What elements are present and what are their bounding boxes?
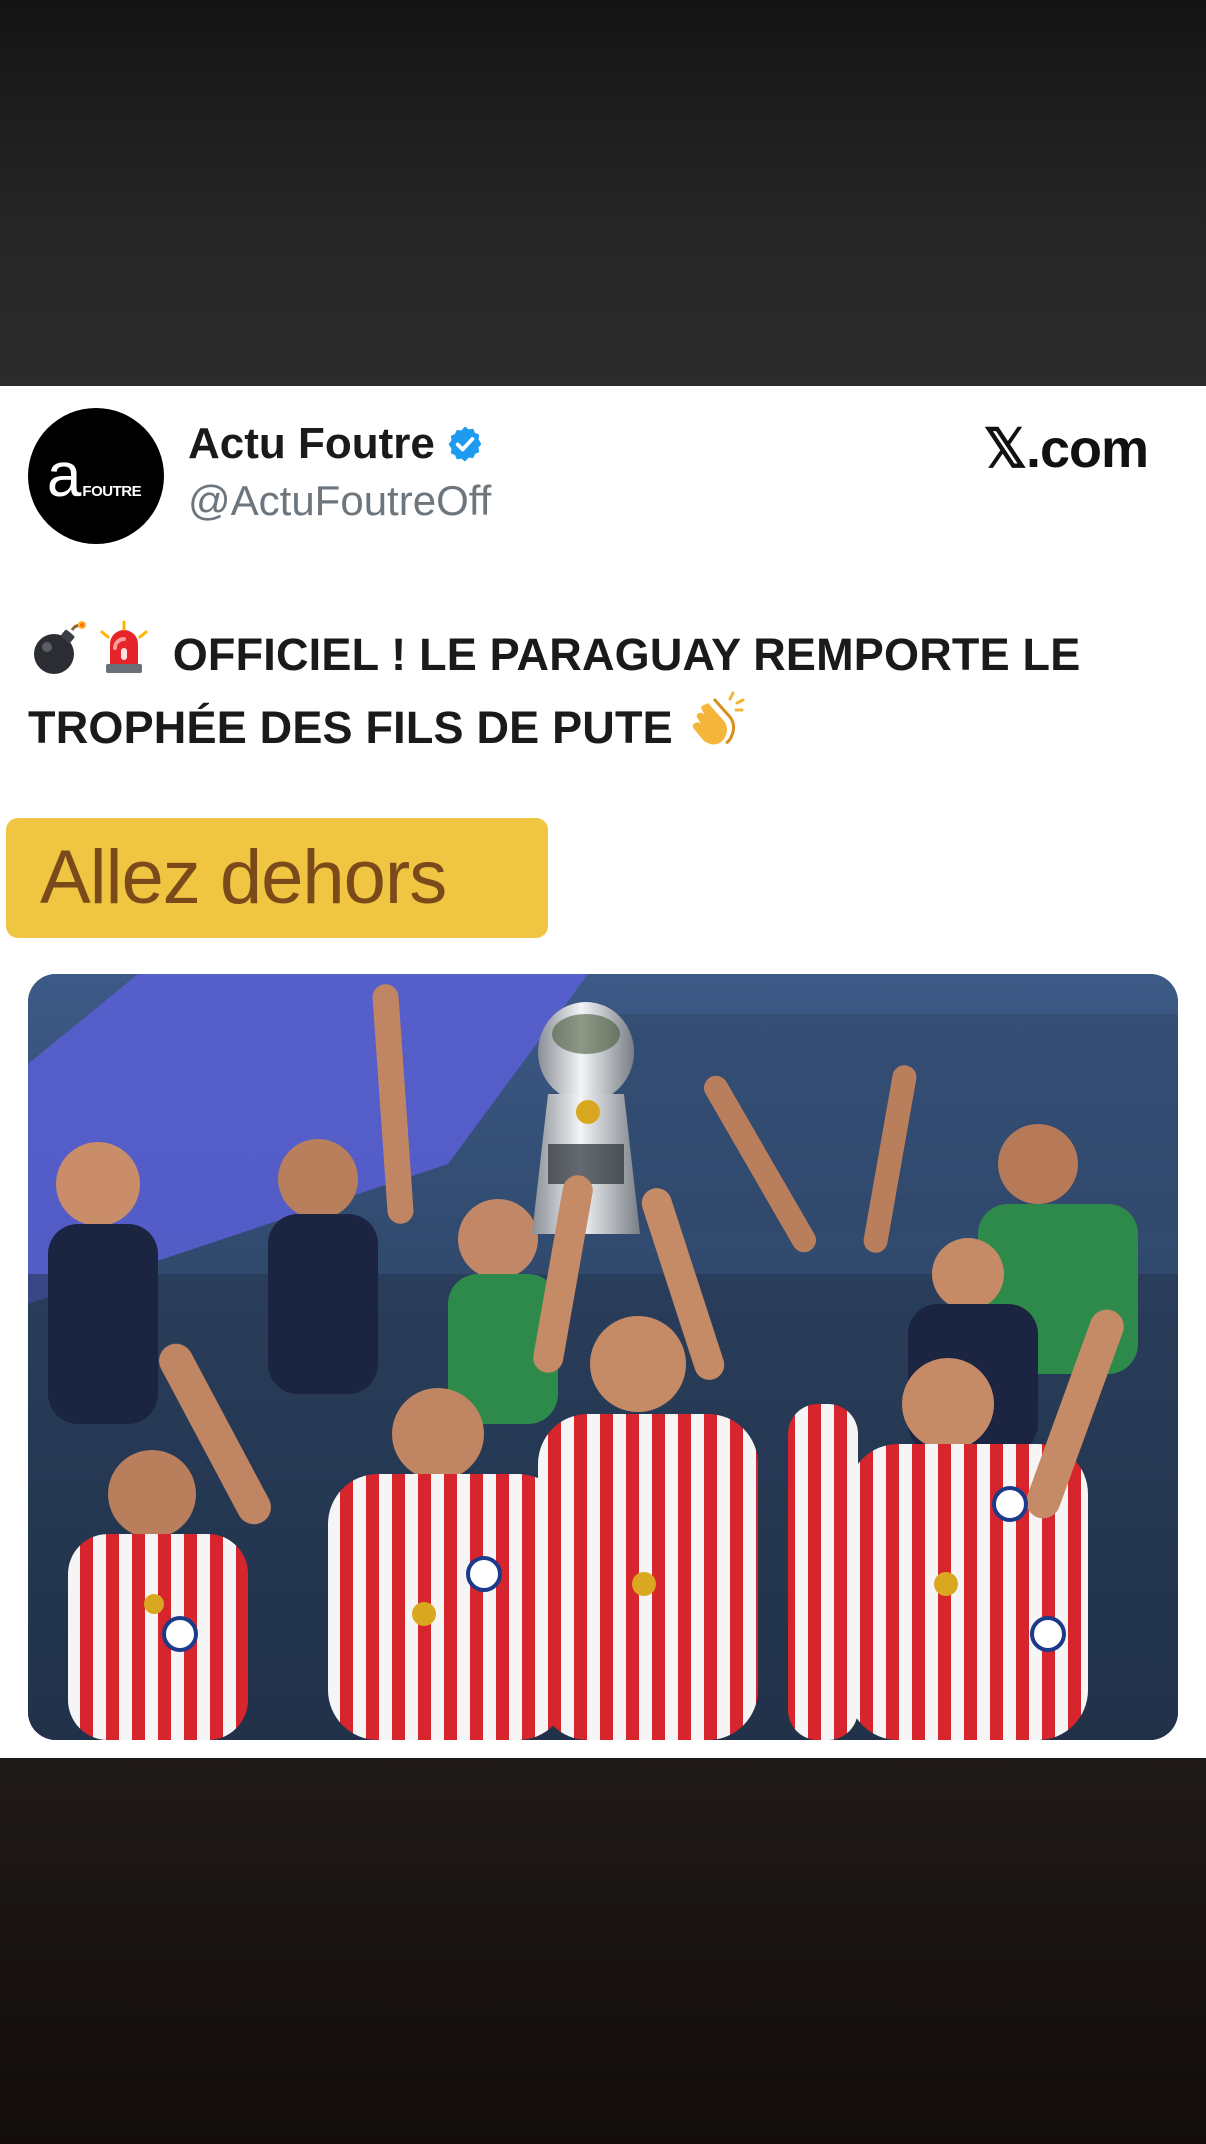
team-celebration-image xyxy=(28,974,1178,1740)
tweet-text: OFFICIEL ! LE PARAGUAY REMPORTE LE TROPH… xyxy=(28,618,1168,764)
avatar-logo: a FOUTRE xyxy=(46,441,142,510)
avatar[interactable]: a FOUTRE xyxy=(28,408,164,544)
author-display-name[interactable]: Actu Foutre xyxy=(188,422,435,466)
verified-badge-icon xyxy=(448,426,482,462)
story-background-bottom xyxy=(0,1758,1206,2144)
story-background-top xyxy=(0,0,1206,386)
overlay-caption-text: Allez dehors xyxy=(40,835,447,920)
tweet-card[interactable]: a FOUTRE Actu Foutre @ActuFoutreOff 𝕏.co… xyxy=(0,386,1206,1758)
tweet-text-line-1: OFFICIEL ! LE PARAGUAY REMPORTE LE xyxy=(172,629,1081,680)
clapping-hands-icon xyxy=(692,691,745,745)
siren-icon xyxy=(100,620,148,673)
overlay-caption: Allez dehors xyxy=(6,818,548,938)
bomb-icon xyxy=(34,621,86,674)
avatar-logo-letter: a xyxy=(46,441,82,510)
tweet-text-line-2: TROPHÉE DES FILS DE PUTE xyxy=(28,702,673,753)
author-handle[interactable]: @ActuFoutreOff xyxy=(188,480,491,522)
author-name-row[interactable]: Actu Foutre xyxy=(188,422,485,466)
post-photo[interactable] xyxy=(28,974,1178,1740)
avatar-logo-word: FOUTRE xyxy=(82,483,142,500)
source-label: 𝕏.com xyxy=(983,419,1149,479)
